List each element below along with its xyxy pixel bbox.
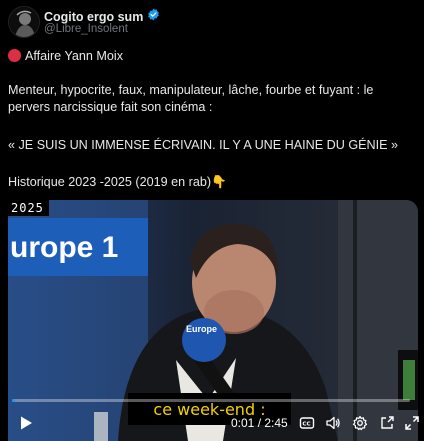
post-line-3: « JE SUIS UN IMMENSE ÉCRIVAIN. IL Y A UN… [8,138,399,152]
post-line-1: Affaire Yann Moix [8,48,418,65]
verified-badge-icon [147,8,160,26]
time-display: 0:01 / 2:45 [231,416,288,430]
video-controls: 0:01 / 2:45 CC [8,410,420,436]
settings-icon[interactable] [352,415,368,431]
post-line-4: Historique 2023 -2025 (2019 en rab)👇 [8,175,227,189]
author-handle[interactable]: @Libre_Insolent [44,23,128,35]
author-name[interactable]: Cogito ergo sum [44,10,143,24]
progress-fill [12,399,15,402]
year-badge: 2025 [8,200,49,216]
avatar[interactable] [8,6,40,38]
play-icon[interactable] [18,415,34,431]
red-circle-icon [8,49,21,62]
volume-icon[interactable] [325,415,341,431]
fullscreen-icon[interactable] [404,415,420,431]
post-line-1-text: Affaire Yann Moix [25,49,124,63]
post-header: Cogito ergo sum @Libre_Insolent [8,4,416,38]
svg-text:CC: CC [302,422,310,428]
pip-icon[interactable] [379,415,395,431]
post-line-2: Menteur, hypocrite, faux, manipulateur, … [8,83,374,114]
mic-label: Europe [186,324,217,334]
cc-icon[interactable]: CC [299,415,315,431]
progress-bar[interactable] [12,399,410,402]
station-logo: urope 1 [10,231,118,264]
